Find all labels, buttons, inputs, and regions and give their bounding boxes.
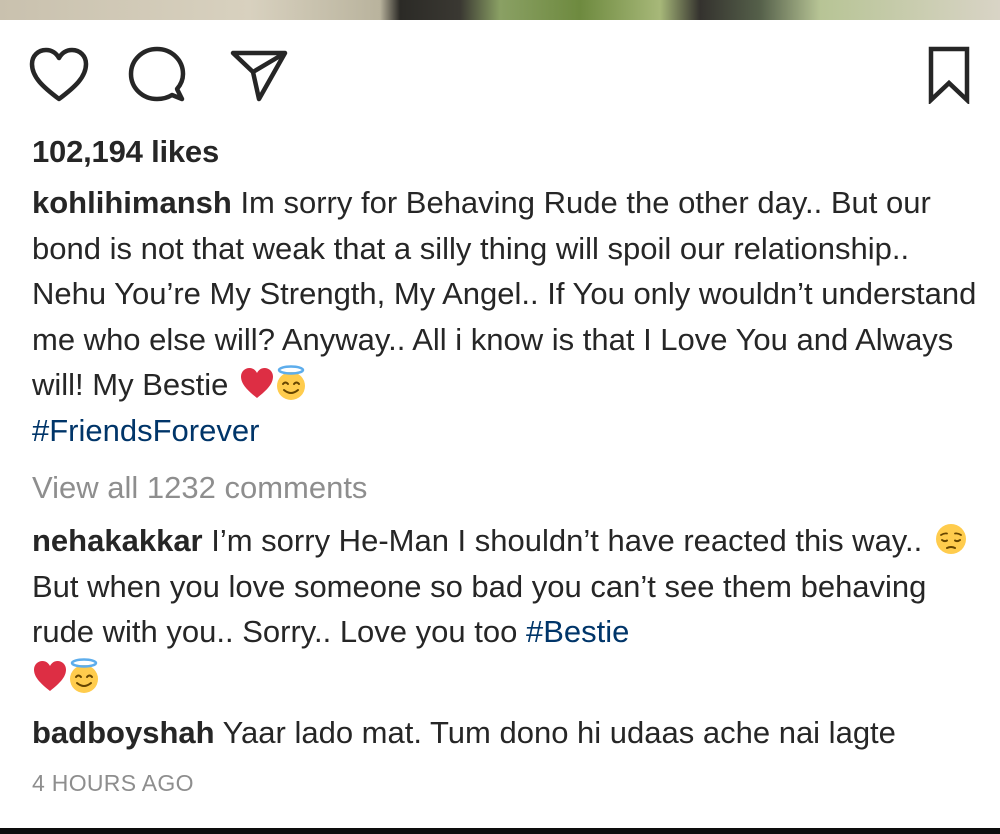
comment-username[interactable]: badboyshah <box>32 715 215 750</box>
halo-smile-emoji <box>277 365 305 400</box>
red-heart-emoji <box>34 660 66 691</box>
likes-count[interactable]: 102,194 likes <box>32 134 219 170</box>
comment-text: Yaar lado mat. Tum dono hi udaas ache na… <box>222 715 896 750</box>
view-all-comments-link[interactable]: View all 1232 comments <box>32 470 367 506</box>
post-photo-bottom-edge[interactable] <box>0 0 1000 20</box>
caption-username[interactable]: kohlihimansh <box>32 185 232 220</box>
pensive-face-emoji <box>935 524 966 554</box>
comment-item: nehakakkar I’m sorry He-Man I shouldn’t … <box>32 518 982 700</box>
post-action-bar <box>0 20 1000 130</box>
screen-bottom-edge <box>0 828 1000 834</box>
halo-smile-emoji <box>70 657 98 693</box>
comment-username[interactable]: nehakakkar <box>32 523 203 558</box>
comment-text-part-1: I’m sorry He-Man I shouldn’t have reacte… <box>211 523 923 558</box>
save-button[interactable] <box>918 44 980 106</box>
caption-hashtag[interactable]: #FriendsForever <box>32 413 259 448</box>
comment-item: badboyshah Yaar lado mat. Tum dono hi ud… <box>32 710 982 756</box>
post-caption: kohlihimansh Im sorry for Behaving Rude … <box>32 180 982 453</box>
share-button[interactable] <box>228 44 290 106</box>
share-icon <box>230 50 288 102</box>
comment-text-part-2: But when you love someone so bad you can… <box>32 568 927 650</box>
comment-button[interactable] <box>126 44 188 106</box>
like-button[interactable] <box>28 44 90 106</box>
red-heart-emoji <box>241 368 273 398</box>
bookmark-icon <box>928 46 970 104</box>
heart-icon <box>29 47 89 102</box>
comment-hashtag[interactable]: #Bestie <box>526 614 629 649</box>
post-timestamp: 4 HOURS AGO <box>32 770 194 796</box>
comment-icon <box>128 46 186 102</box>
